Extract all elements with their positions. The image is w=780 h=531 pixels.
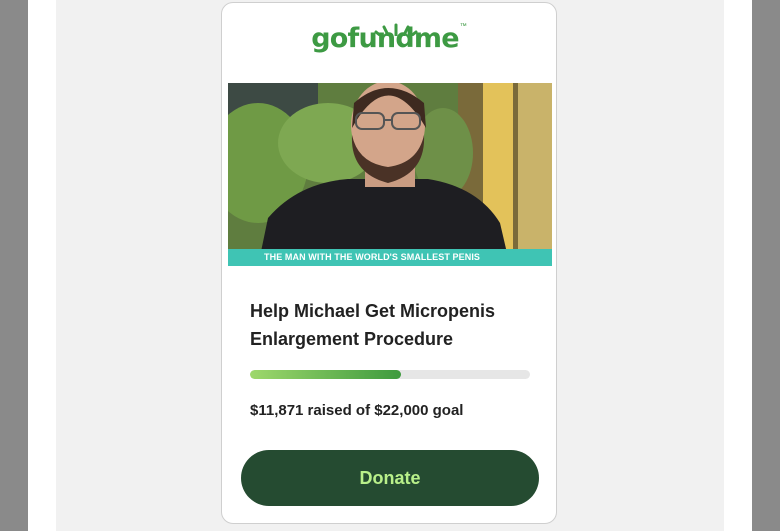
raised-amount-text: $11,871 raised of $22,000 goal [250, 402, 464, 419]
donation-progress-bar [250, 370, 530, 379]
donate-button[interactable]: Donate [241, 450, 539, 506]
gofundme-logo[interactable]: gofundme™ [222, 23, 556, 54]
logo-wordmark: gofundme [311, 23, 459, 54]
campaign-photo: THE MAN WITH THE WORLD'S SMALLEST PENIS [228, 83, 552, 266]
page-backdrop-right [752, 0, 780, 531]
logo-trademark: ™ [459, 23, 467, 30]
photo-caption: THE MAN WITH THE WORLD'S SMALLEST PENIS [228, 249, 552, 266]
fundraiser-card: gofundme™ THE MAN WITH THE WORLD'S SMALL… [221, 2, 557, 524]
page-backdrop-left [0, 0, 28, 531]
campaign-title[interactable]: Help Michael Get Micropenis Enlargement … [250, 297, 540, 353]
campaign-photo-image [228, 83, 552, 266]
donation-progress-fill [250, 370, 402, 379]
